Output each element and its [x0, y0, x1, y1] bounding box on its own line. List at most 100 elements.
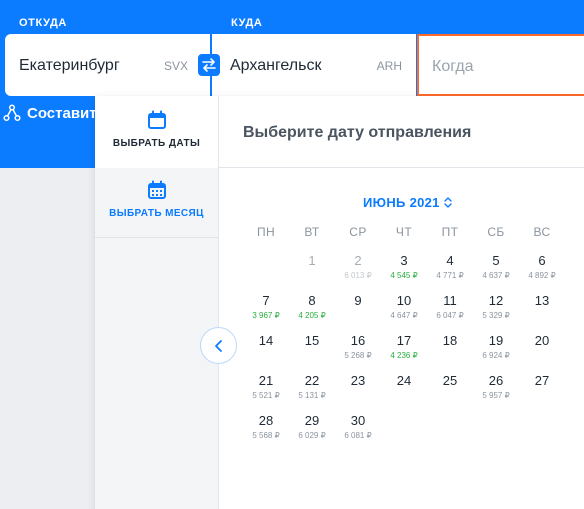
day-number: 18: [442, 333, 458, 348]
month-selector[interactable]: ИЮНЬ 2021: [363, 195, 452, 210]
day-number: 16: [350, 333, 366, 348]
calendar-day[interactable]: 22 5 131 ₽: [289, 373, 335, 409]
datepicker-tabs: ВЫБРАТЬ ДАТЫ ВЫБРАТЬ МЕСЯЦ: [95, 96, 219, 509]
calendar-day[interactable]: 11 6 047 ₽: [427, 293, 473, 329]
day-price: 4 637 ₽: [482, 271, 510, 280]
day-price: 4 771 ₽: [436, 271, 464, 280]
day-number: 22: [304, 373, 320, 388]
day-number: 9: [354, 293, 362, 308]
calendar-day[interactable]: 30 6 081 ₽: [335, 413, 381, 449]
day-price: 6 047 ₽: [436, 311, 464, 320]
compose-route-button[interactable]: Составить: [3, 104, 106, 122]
from-label: ОТКУДА: [19, 17, 67, 29]
calendar-day[interactable]: 26 5 957 ₽: [473, 373, 519, 409]
chevron-up-down-icon: [444, 197, 452, 208]
day-price: 5 957 ₽: [482, 391, 510, 400]
day-number: 27: [534, 373, 550, 388]
day-price: 4 647 ₽: [390, 311, 418, 320]
day-price: 6 081 ₽: [344, 431, 372, 440]
day-price: 4 545 ₽: [390, 271, 418, 280]
calendar-day[interactable]: 25: [427, 373, 473, 409]
day-price: 6 924 ₽: [482, 351, 510, 360]
origin-city: Екатеринбург: [19, 57, 120, 74]
day-price: 4 205 ₽: [298, 311, 326, 320]
swap-arrows-icon: [202, 58, 216, 72]
weekday-label: СР: [349, 225, 367, 239]
day-number: 14: [258, 333, 274, 348]
day-price: 5 131 ₽: [298, 391, 326, 400]
day-number: 2: [354, 253, 362, 268]
day-number: 3: [400, 253, 408, 268]
day-price: 5 329 ₽: [482, 311, 510, 320]
day-price: 5 568 ₽: [252, 431, 280, 440]
calendar-day[interactable]: 9: [335, 293, 381, 329]
calendar-day[interactable]: 23: [335, 373, 381, 409]
calendar-day[interactable]: 28 5 568 ₽: [243, 413, 289, 449]
to-label: КУДА: [231, 17, 263, 29]
day-number: 4: [446, 253, 454, 268]
day-number: 11: [443, 293, 457, 308]
day-number: 13: [534, 293, 550, 308]
day-number: 26: [488, 373, 504, 388]
calendar-day[interactable]: 13: [519, 293, 565, 329]
calendar-day: 2 6 013 ₽: [335, 253, 381, 289]
destination-field[interactable]: Архангельск ARH: [212, 34, 416, 96]
weekday-label: ВС: [533, 225, 551, 239]
day-price: 4 236 ₽: [390, 351, 418, 360]
day-price: 6 029 ₽: [298, 431, 326, 440]
date-placeholder: Когда: [432, 58, 474, 75]
day-number: 21: [258, 373, 274, 388]
day-number: 25: [442, 373, 458, 388]
calendar-grid-icon: [147, 180, 166, 199]
prev-month-button[interactable]: [200, 327, 237, 364]
day-number: 7: [262, 293, 270, 308]
day-number: 6: [538, 253, 546, 268]
origin-iata: SVX: [163, 59, 188, 73]
datepicker-title: Выберите дату отправления: [243, 124, 472, 141]
calendar-day[interactable]: 21 5 521 ₽: [243, 373, 289, 409]
day-number: 10: [396, 293, 412, 308]
day-number: 1: [308, 253, 316, 268]
calendar-day[interactable]: 19 6 924 ₽: [473, 333, 519, 369]
destination-city: Архангельск: [230, 57, 322, 74]
day-number: 28: [258, 413, 274, 428]
tab-select-month[interactable]: ВЫБРАТЬ МЕСЯЦ: [95, 168, 218, 238]
tab-select-month-label: ВЫБРАТЬ МЕСЯЦ: [109, 208, 204, 219]
calendar-day[interactable]: 15: [289, 333, 335, 369]
calendar-day[interactable]: 24: [381, 373, 427, 409]
calendar-day[interactable]: 8 4 205 ₽: [289, 293, 335, 329]
day-price: 3 967 ₽: [252, 311, 280, 320]
calendar-day[interactable]: 16 5 268 ₽: [335, 333, 381, 369]
calendar-day[interactable]: 14: [243, 333, 289, 369]
calendar-icon: [147, 110, 166, 129]
date-field[interactable]: Когда: [417, 34, 584, 96]
tab-select-dates[interactable]: ВЫБРАТЬ ДАТЫ: [95, 96, 218, 168]
month-label: ИЮНЬ 2021: [363, 195, 440, 210]
calendar-day[interactable]: 18: [427, 333, 473, 369]
swap-button[interactable]: [198, 54, 220, 76]
day-number: 30: [350, 413, 366, 428]
tab-select-dates-label: ВЫБРАТЬ ДАТЫ: [112, 138, 201, 149]
calendar-day[interactable]: 29 6 029 ₽: [289, 413, 335, 449]
day-number: 5: [492, 253, 500, 268]
calendar-day[interactable]: 7 3 967 ₽: [243, 293, 289, 329]
calendar-day[interactable]: 5 4 637 ₽: [473, 253, 519, 289]
weekday-label: СБ: [487, 225, 505, 239]
day-number: 29: [304, 413, 320, 428]
day-number: 15: [304, 333, 320, 348]
calendar-day[interactable]: 10 4 647 ₽: [381, 293, 427, 329]
calendar-day[interactable]: 27: [519, 373, 565, 409]
calendar-day[interactable]: 3 4 545 ₽: [381, 253, 427, 289]
origin-field[interactable]: Екатеринбург SVX: [5, 34, 210, 96]
calendar-day[interactable]: 17 4 236 ₽: [381, 333, 427, 369]
calendar-day: 1: [289, 253, 335, 289]
calendar-day[interactable]: 4 4 771 ₽: [427, 253, 473, 289]
calendar-day[interactable]: 20: [519, 333, 565, 369]
day-number: 8: [308, 293, 316, 308]
calendar-day[interactable]: 12 5 329 ₽: [473, 293, 519, 329]
route-nodes-icon: [3, 104, 21, 122]
calendar-day[interactable]: 6 4 892 ₽: [519, 253, 565, 289]
day-number: 23: [350, 373, 366, 388]
weekday-label: ЧТ: [395, 225, 413, 239]
chevron-left-icon: [214, 339, 222, 352]
